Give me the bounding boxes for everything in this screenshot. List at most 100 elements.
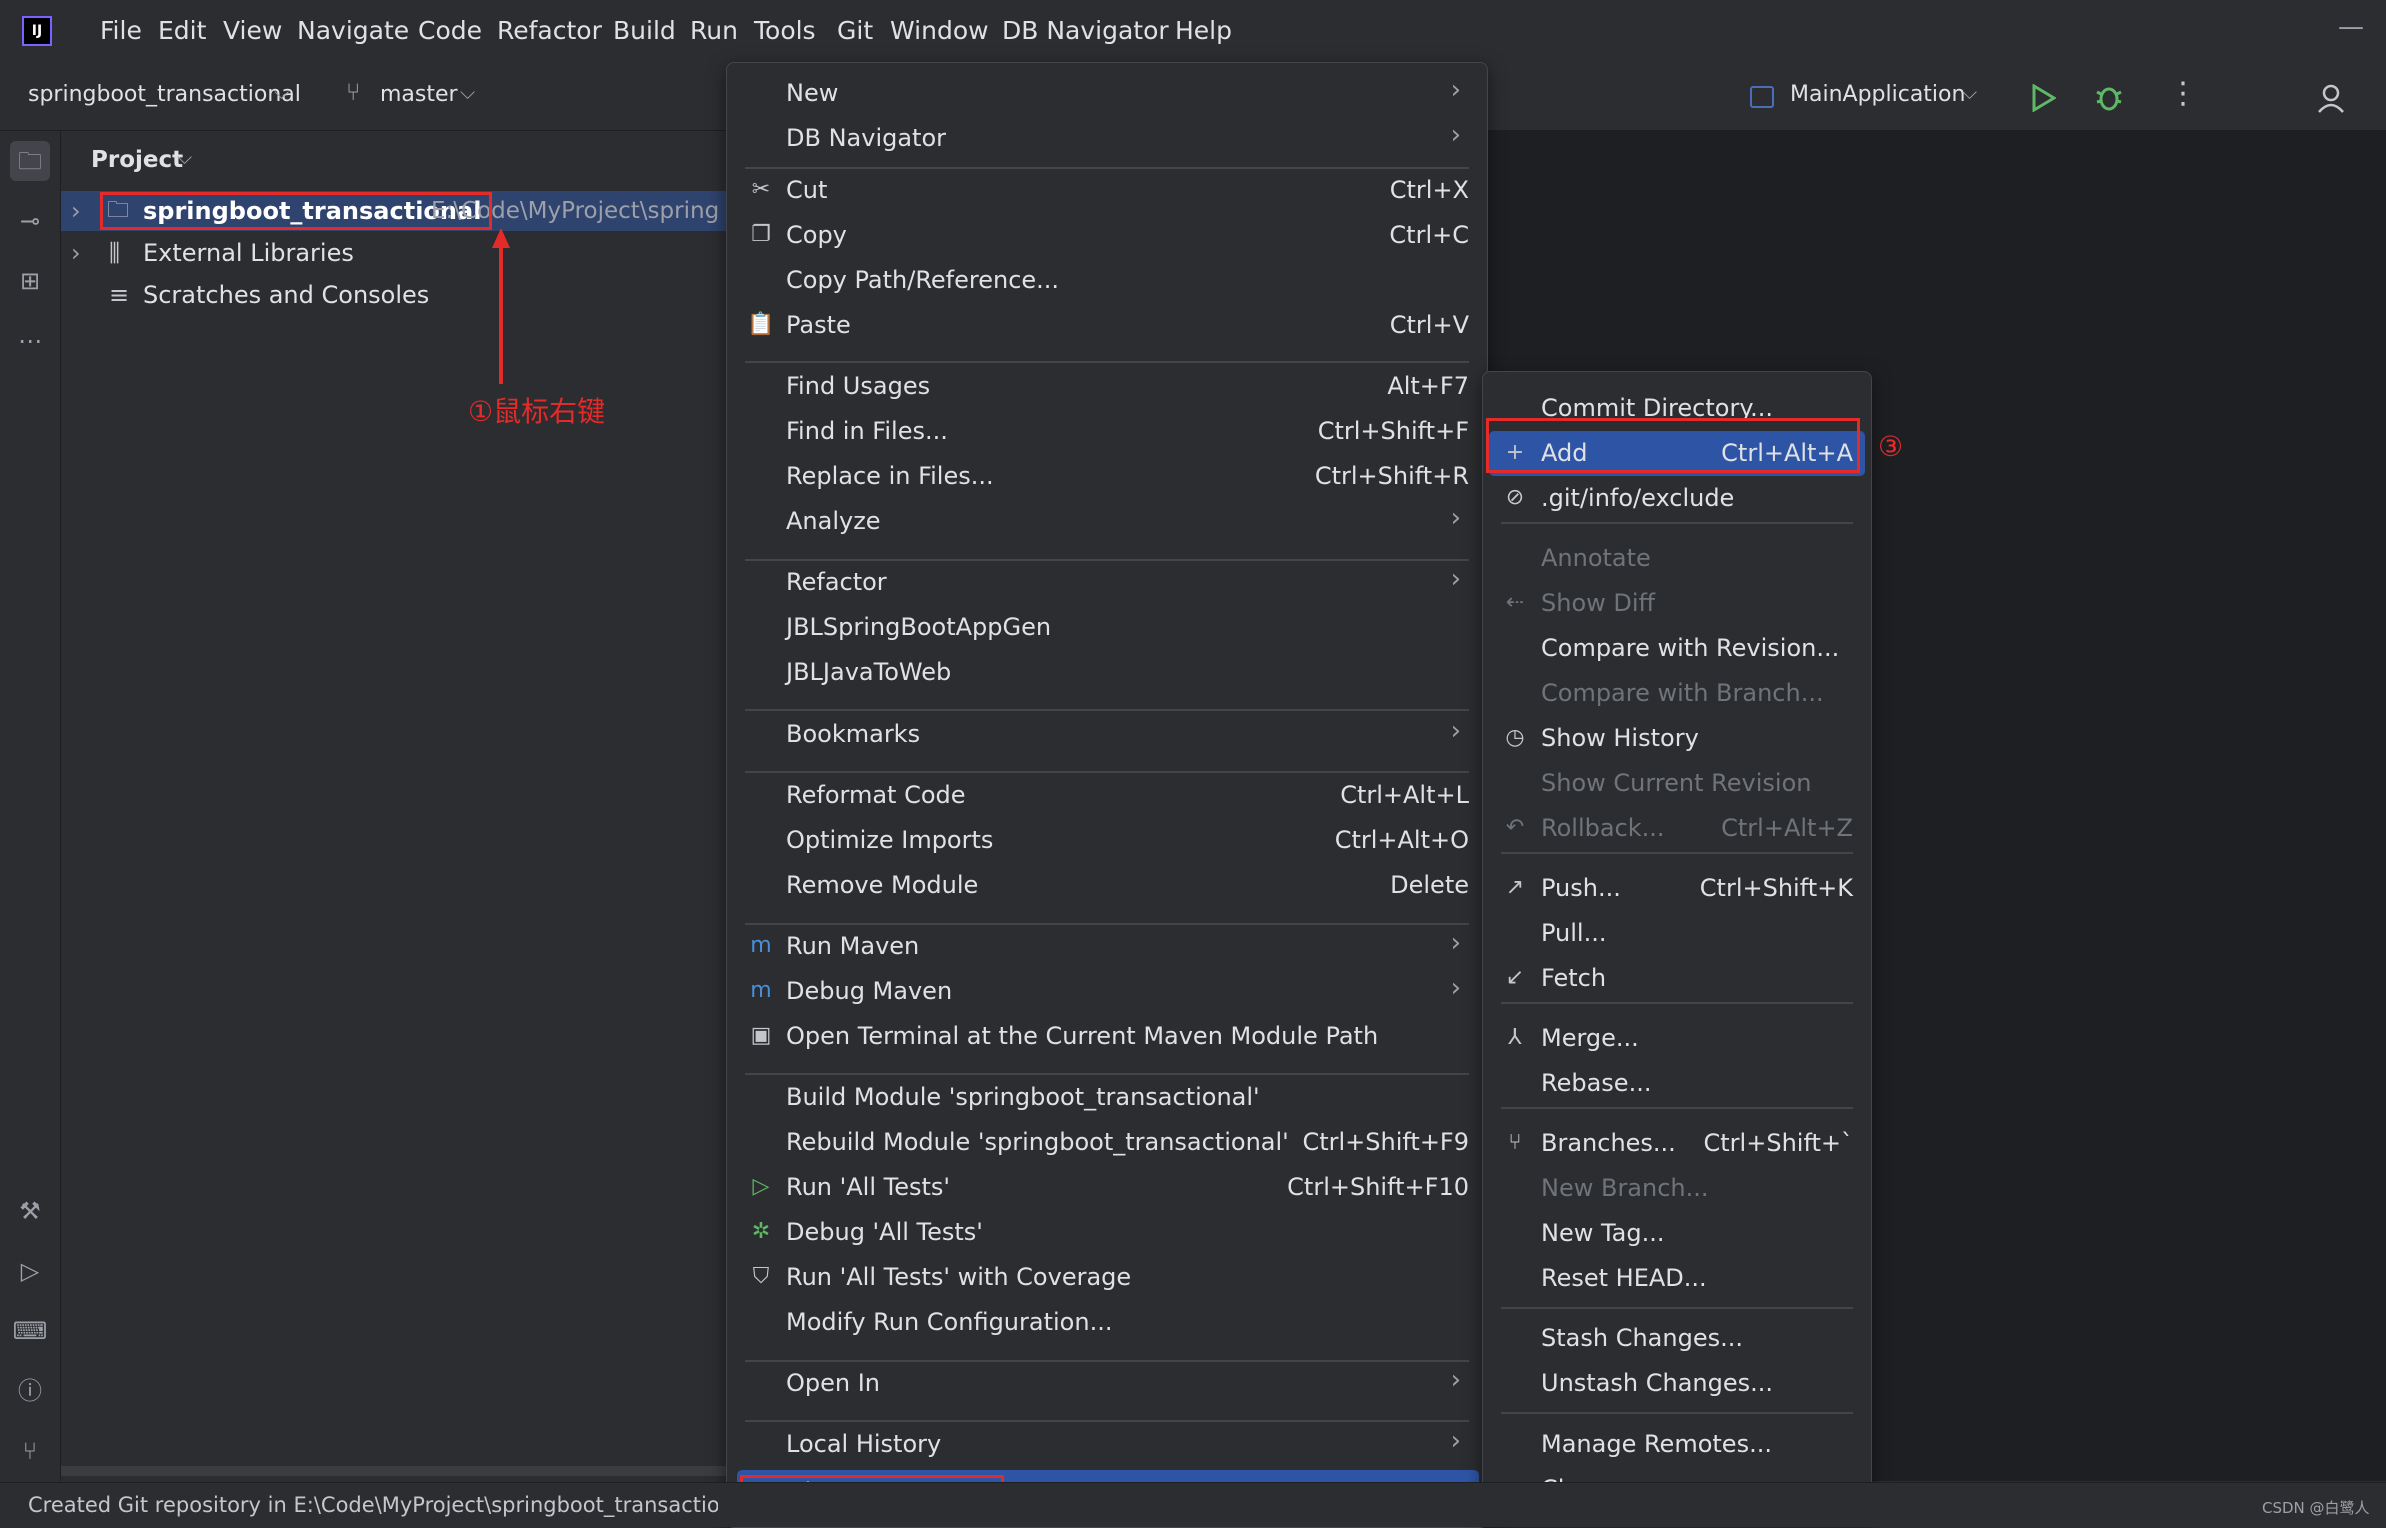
menu-tools[interactable]: Tools	[754, 16, 816, 45]
menu-item-run-maven[interactable]: m Run Maven ›	[727, 924, 1487, 969]
project-panel-title[interactable]: Project	[91, 147, 183, 173]
menu-item-modify-run-configuration[interactable]: Modify Run Configuration...	[727, 1300, 1487, 1345]
menu-item-show-history[interactable]: ◷ Show History	[1483, 716, 1871, 761]
menu-item-copy-path-reference[interactable]: Copy Path/Reference...	[727, 258, 1487, 303]
menu-separator	[745, 361, 1469, 363]
menu-item-local-history[interactable]: Local History ›	[727, 1422, 1487, 1467]
menu-item-jbljavatoweb[interactable]: JBLJavaToWeb	[727, 650, 1487, 695]
menu-item-debug-maven[interactable]: m Debug Maven ›	[727, 969, 1487, 1014]
chevron-down-icon[interactable]: ⌵	[177, 145, 192, 169]
menu-item-rebuild-module-springboot-transactional[interactable]: Rebuild Module 'springboot_transactional…	[727, 1120, 1487, 1165]
menu-build[interactable]: Build	[613, 16, 676, 45]
chevron-right-icon[interactable]: ›	[71, 233, 81, 273]
chevron-right-icon[interactable]: ›	[71, 191, 81, 231]
menu-item-analyze[interactable]: Analyze ›	[727, 499, 1487, 544]
run-config-selector[interactable]: MainApplication	[1790, 82, 1965, 107]
git-submenu: Commit Directory... + Add Ctrl+Alt+A ⊘ .git/i…	[1482, 371, 1872, 1521]
branch-selector[interactable]: master	[380, 82, 458, 107]
menu-item-label: Bookmarks	[786, 720, 921, 748]
problems-icon[interactable]: ⓘ	[10, 1371, 50, 1411]
chevron-down-icon[interactable]: ⌵	[460, 80, 475, 104]
chevron-down-icon[interactable]: ⌵	[274, 80, 289, 104]
status-message[interactable]: Created Git repository in E:\Code\MyProj…	[28, 1493, 718, 1517]
git-icon[interactable]: ⑂	[10, 1431, 50, 1471]
menu-item-compare-with-revision[interactable]: Compare with Revision...	[1483, 626, 1871, 671]
menu-item-run-all-tests-with-coverage[interactable]: ⛉ Run 'All Tests' with Coverage	[727, 1255, 1487, 1300]
menu-item-open-terminal-at-the-current-maven-module-path[interactable]: ▣ Open Terminal at the Current Maven Modu…	[727, 1014, 1487, 1059]
menu-item-copy[interactable]: ❐ Copy Ctrl+C	[727, 213, 1487, 258]
account-icon[interactable]	[2318, 84, 2348, 114]
chevron-down-icon[interactable]: ⌵	[1962, 80, 1977, 104]
menu-refactor[interactable]: Refactor	[497, 16, 602, 45]
menu-item-label: DB Navigator	[786, 124, 947, 152]
menu-item-show-current-revision: Show Current Revision	[1483, 761, 1871, 806]
annotation-step1: ①鼠标右键	[468, 395, 606, 428]
menu-item-remove-module[interactable]: Remove Module Delete	[727, 863, 1487, 908]
menu-item-replace-in-files[interactable]: Replace in Files... Ctrl+Shift+R	[727, 454, 1487, 499]
menu-item-optimize-imports[interactable]: Optimize Imports Ctrl+Alt+O	[727, 818, 1487, 863]
terminal-maven-icon: ▣	[750, 1023, 772, 1048]
menu-item-manage-remotes[interactable]: Manage Remotes...	[1483, 1422, 1871, 1467]
menu-item-open-in[interactable]: Open In ›	[727, 1361, 1487, 1406]
menu-item-refactor[interactable]: Refactor ›	[727, 560, 1487, 605]
menu-item-reformat-code[interactable]: Reformat Code Ctrl+Alt+L	[727, 773, 1487, 818]
menu-item-unstash-changes[interactable]: Unstash Changes...	[1483, 1361, 1871, 1406]
tree-row-scratches[interactable]: ≡ Scratches and Consoles	[61, 275, 728, 315]
minimize-icon[interactable]: —	[2338, 12, 2364, 42]
menu-item-reset-head[interactable]: Reset HEAD...	[1483, 1256, 1871, 1301]
menu-item-git-info-exclude[interactable]: ⊘ .git/info/exclude	[1483, 476, 1871, 521]
menu-item-stash-changes[interactable]: Stash Changes...	[1483, 1316, 1871, 1361]
menu-git[interactable]: Git	[837, 16, 873, 45]
terminal-icon[interactable]: ⌨	[10, 1311, 50, 1351]
project-folder-icon[interactable]: 🗀	[10, 141, 50, 181]
chevron-right-icon: ›	[1450, 1365, 1461, 1395]
menu-item-push[interactable]: ↗ Push... Ctrl+Shift+K	[1483, 866, 1871, 911]
intellij-logo-icon[interactable]: IJ	[22, 16, 52, 46]
menu-db-navigator[interactable]: DB Navigator	[1002, 16, 1169, 45]
horizontal-scrollbar[interactable]	[61, 1466, 728, 1476]
menu-window[interactable]: Window	[890, 16, 989, 45]
menu-item-debug-all-tests[interactable]: ✲ Debug 'All Tests'	[727, 1210, 1487, 1255]
menu-help[interactable]: Help	[1175, 16, 1232, 45]
menu-item-jblspringbootappgen[interactable]: JBLSpringBootAppGen	[727, 605, 1487, 650]
menu-code[interactable]: Code	[418, 16, 482, 45]
menu-item-fetch[interactable]: ↙ Fetch	[1483, 956, 1871, 1001]
run-icon[interactable]	[2030, 84, 2056, 112]
project-selector[interactable]: springboot_transactional	[28, 82, 301, 107]
menu-item-label: Rollback...	[1541, 814, 1665, 842]
menu-item-label: Analyze	[786, 507, 881, 535]
menu-edit[interactable]: Edit	[158, 16, 206, 45]
menu-item-branches[interactable]: ⑂ Branches... Ctrl+Shift+`	[1483, 1121, 1871, 1166]
more-actions-icon[interactable]: ⋮	[2168, 76, 2198, 111]
menu-item-label: Manage Remotes...	[1541, 1430, 1772, 1458]
build-icon[interactable]: ⚒	[10, 1191, 50, 1231]
menu-item-new[interactable]: New ›	[727, 71, 1487, 116]
menu-item-build-module-springboot-transactional[interactable]: Build Module 'springboot_transactional'	[727, 1075, 1487, 1120]
menu-item-find-usages[interactable]: Find Usages Alt+F7	[727, 364, 1487, 409]
services-icon[interactable]: ▷	[10, 1251, 50, 1291]
menu-item-label: Compare with Revision...	[1541, 634, 1840, 662]
debug-icon[interactable]	[2094, 82, 2124, 112]
menu-item-db-navigator[interactable]: DB Navigator ›	[727, 116, 1487, 161]
menu-navigate[interactable]: Navigate	[297, 16, 409, 45]
tree-row-external-libraries[interactable]: › ⫼ External Libraries	[61, 233, 728, 273]
menu-item-cut[interactable]: ✂ Cut Ctrl+X	[727, 168, 1487, 213]
menu-file[interactable]: File	[100, 16, 142, 45]
menu-item-label: Open In	[786, 1369, 881, 1397]
chevron-right-icon: ›	[1450, 928, 1461, 958]
menu-item-find-in-files[interactable]: Find in Files... Ctrl+Shift+F	[727, 409, 1487, 454]
menu-item-bookmarks[interactable]: Bookmarks ›	[727, 712, 1487, 757]
menu-item-merge[interactable]: ⅄ Merge...	[1483, 1016, 1871, 1061]
commit-icon[interactable]: ⊸	[10, 201, 50, 241]
watermark: CSDN @白鹭人	[2262, 1499, 2370, 1517]
menu-item-new-tag[interactable]: New Tag...	[1483, 1211, 1871, 1256]
menu-run[interactable]: Run	[690, 16, 738, 45]
menu-item-paste[interactable]: 📋 Paste Ctrl+V	[727, 303, 1487, 348]
menu-view[interactable]: View	[223, 16, 282, 45]
branch-icon: ⑂	[1508, 1130, 1522, 1155]
menu-item-run-all-tests[interactable]: ▷ Run 'All Tests' Ctrl+Shift+F10	[727, 1165, 1487, 1210]
menu-item-rebase[interactable]: Rebase...	[1483, 1061, 1871, 1106]
menu-item-pull[interactable]: Pull...	[1483, 911, 1871, 956]
more-tools-icon[interactable]: ⋯	[10, 321, 50, 361]
structure-icon[interactable]: ⊞	[10, 261, 50, 301]
